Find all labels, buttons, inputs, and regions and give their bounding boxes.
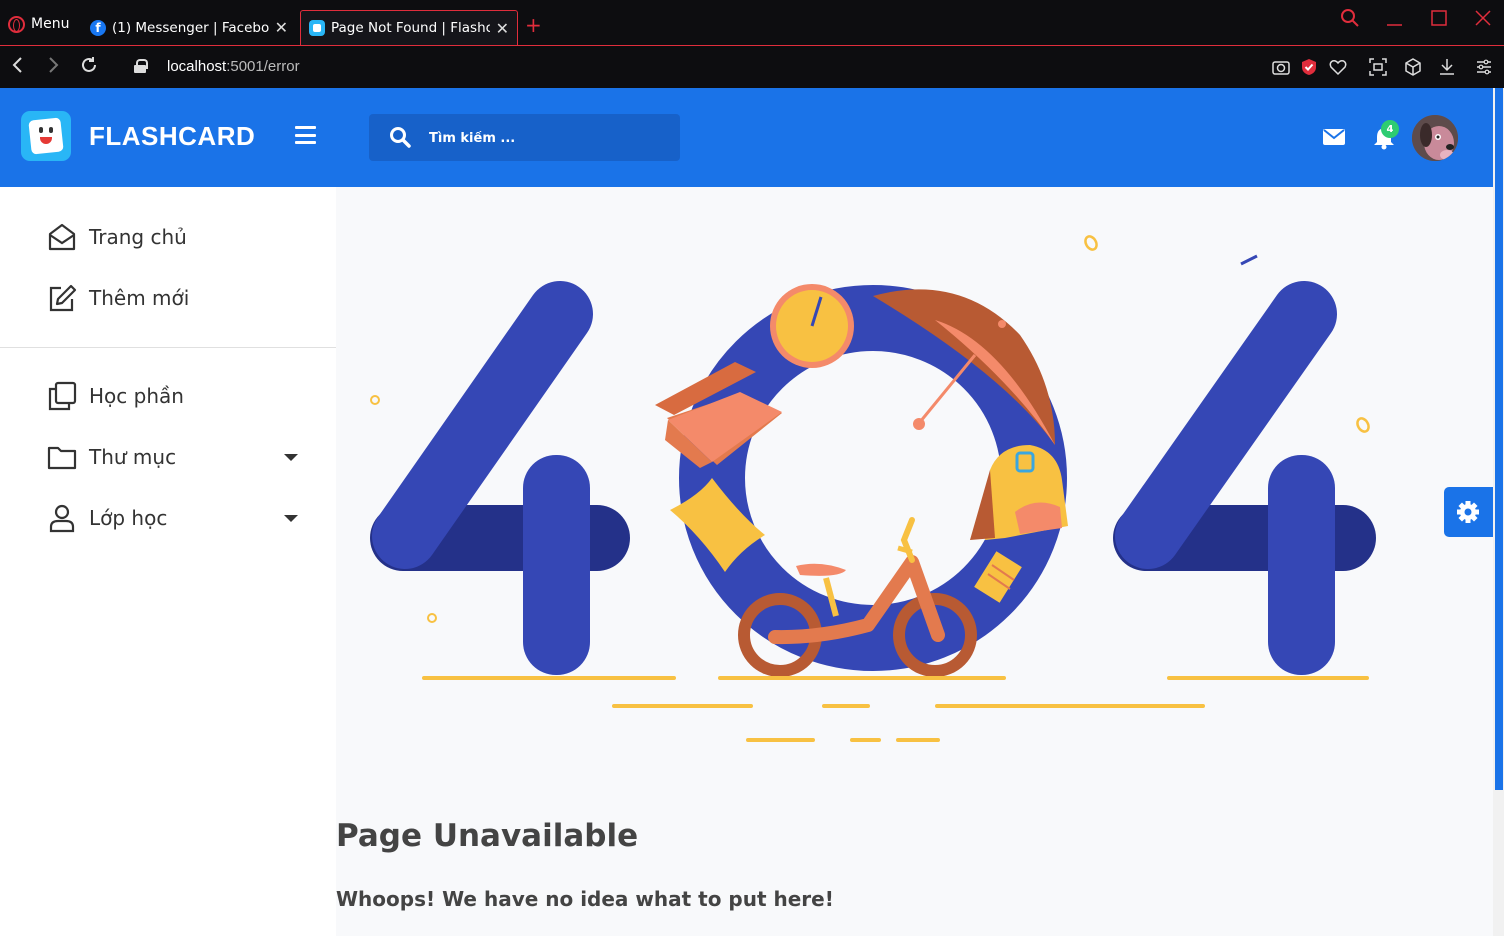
camera-icon[interactable] <box>1272 58 1290 76</box>
chevron-down-icon[interactable] <box>284 515 298 522</box>
search-input[interactable] <box>429 126 669 150</box>
ground-lines <box>422 676 1369 742</box>
back-icon[interactable] <box>10 56 26 74</box>
close-icon[interactable]: ✕ <box>496 19 509 38</box>
search-tabs-icon[interactable] <box>1340 8 1360 28</box>
url-path: :5001/error <box>226 58 300 75</box>
browser-menu-button[interactable]: Menu <box>8 14 69 34</box>
backpack-icon <box>970 445 1068 540</box>
chevron-down-icon[interactable] <box>284 454 298 461</box>
menu-label: Menu <box>31 16 70 32</box>
new-tab-button[interactable]: + <box>525 13 542 37</box>
tab-title: Page Not Found | Flashcard <box>331 20 490 36</box>
scrollbar-thumb[interactable] <box>1495 88 1503 790</box>
notification-badge: 4 <box>1381 120 1399 138</box>
sidebar-item-folders[interactable]: Thư mục <box>47 440 176 474</box>
error-message: Whoops! We have no idea what to put here… <box>336 887 834 911</box>
search-icon[interactable] <box>389 126 411 148</box>
search-bar <box>369 114 680 161</box>
minimize-icon[interactable] <box>1385 8 1405 28</box>
heart-icon[interactable] <box>1329 58 1347 76</box>
maximize-icon[interactable] <box>1430 8 1450 28</box>
snapshot-icon[interactable] <box>1369 58 1387 76</box>
window-close-icon[interactable] <box>1473 8 1493 28</box>
flashcard-logo-icon[interactable] <box>21 111 71 161</box>
clock-icon <box>770 284 854 368</box>
url-host: localhost <box>167 58 227 75</box>
settings-button[interactable] <box>1444 487 1493 537</box>
sidebar-item-label: Lớp học <box>89 506 168 530</box>
sidebar-item-label: Trang chủ <box>89 225 187 249</box>
avatar[interactable] <box>1410 113 1460 163</box>
facebook-icon: f <box>90 19 106 36</box>
forward-icon[interactable] <box>45 56 61 74</box>
sidebar-item-label: Thư mục <box>89 445 177 469</box>
brand-name[interactable]: FLASHCARD <box>89 121 255 152</box>
address-bar: localhost:5001/error <box>0 45 1504 88</box>
tab-messenger[interactable]: f (1) Messenger | Facebook ✕ <box>82 10 296 45</box>
download-icon[interactable] <box>1438 58 1456 76</box>
easy-setup-icon[interactable] <box>1475 58 1493 76</box>
browser-window: Menu f (1) Messenger | Facebook ✕ Page N… <box>0 0 1504 936</box>
user-icon <box>49 504 75 533</box>
copy-icon <box>48 381 77 411</box>
app-header: FLASHCARD <box>0 88 1493 187</box>
reload-icon[interactable] <box>80 56 98 74</box>
shield-icon[interactable] <box>1300 58 1318 76</box>
sidebar-item-study-sets[interactable]: Học phần <box>47 379 184 413</box>
digit-four-left <box>370 281 630 675</box>
tab-page-not-found[interactable]: Page Not Found | Flashcard ✕ <box>300 10 518 45</box>
404-illustration <box>370 235 1376 742</box>
sidebar-item-label: Học phần <box>89 384 184 408</box>
folder-icon <box>47 446 77 470</box>
digit-four-right <box>1113 281 1376 675</box>
edit-icon <box>49 284 77 312</box>
sidebar-item-add-new[interactable]: Thêm mới <box>47 281 189 315</box>
opera-logo-icon <box>8 15 25 33</box>
gear-icon <box>1457 501 1479 523</box>
page-title: Page Unavailable <box>336 818 639 854</box>
cube-icon[interactable] <box>1404 58 1422 76</box>
close-icon[interactable]: ✕ <box>275 18 288 37</box>
sidebar-item-label: Thêm mới <box>89 286 190 310</box>
house-envelope-icon <box>48 223 76 251</box>
flashcard-icon <box>309 20 325 36</box>
hamburger-menu-icon[interactable] <box>295 126 316 144</box>
sidebar-item-classes[interactable]: Lớp học <box>47 501 167 535</box>
url-field[interactable]: localhost:5001/error <box>167 58 300 75</box>
tab-title: (1) Messenger | Facebook <box>112 19 269 36</box>
tab-strip: Menu f (1) Messenger | Facebook ✕ Page N… <box>0 0 1504 45</box>
envelope-icon[interactable] <box>1323 128 1345 146</box>
lock-icon <box>134 59 148 73</box>
sidebar-divider <box>0 347 336 348</box>
sidebar-item-home[interactable]: Trang chủ <box>47 220 187 254</box>
